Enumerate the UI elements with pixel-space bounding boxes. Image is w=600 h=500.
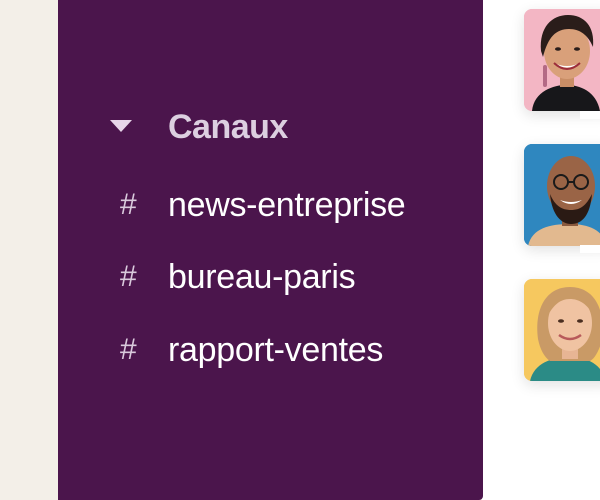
card-divider <box>580 111 600 119</box>
person-avatar-image <box>524 144 600 246</box>
sidebar <box>58 0 483 500</box>
channel-name: news-entreprise <box>168 186 406 224</box>
avatar[interactable] <box>524 9 600 111</box>
hash-icon: # <box>120 188 137 221</box>
channel-name: rapport-ventes <box>168 331 384 369</box>
caret-down-icon[interactable] <box>110 120 132 132</box>
channel-item-bureau-paris[interactable]: # bureau-paris <box>120 254 450 300</box>
hash-icon: # <box>120 333 137 366</box>
avatar[interactable] <box>524 279 600 381</box>
channels-section-label: Canaux <box>168 108 288 146</box>
channel-name: bureau-paris <box>168 258 356 296</box>
person-avatar-image <box>524 279 600 381</box>
channel-item-rapport-ventes[interactable]: # rapport-ventes <box>120 327 450 373</box>
card-divider <box>580 245 600 253</box>
channel-item-news-entreprise[interactable]: # news-entreprise <box>120 182 450 228</box>
hash-icon: # <box>120 260 137 293</box>
avatar[interactable] <box>524 144 600 246</box>
person-avatar-image <box>524 9 600 111</box>
